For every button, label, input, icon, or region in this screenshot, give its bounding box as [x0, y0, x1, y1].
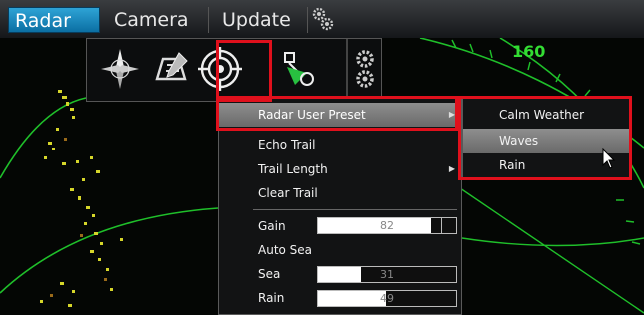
menu-item-clear-trail[interactable]: Clear Trail: [219, 181, 461, 205]
menu-item-radar-user-preset[interactable]: Radar User Preset ▶: [219, 103, 461, 127]
range-label: 160: [512, 42, 546, 61]
gain-value: 82: [380, 219, 394, 232]
gain-slider-endcap: [441, 218, 456, 233]
gain-label: Gain: [258, 219, 286, 233]
menu-divider: [253, 209, 457, 210]
sea-value: 31: [380, 268, 394, 281]
tab-update[interactable]: Update: [216, 7, 308, 33]
icon-toolbar: [86, 38, 382, 102]
waypoint-icon[interactable]: [277, 45, 323, 93]
menu-item-echo-trail[interactable]: Echo Trail: [219, 133, 461, 157]
radar-options-menu: Radar User Preset ▶ Echo Trail Trail Len…: [218, 98, 462, 315]
menu-item-label: Trail Length: [258, 162, 328, 176]
radar-target-icon[interactable]: [195, 43, 245, 95]
chart-tools-icon[interactable]: [149, 45, 195, 93]
gain-slider[interactable]: 82: [317, 217, 457, 234]
menu-item-trail-length[interactable]: Trail Length ▶: [219, 157, 461, 181]
menu-item-auto-sea[interactable]: Auto Sea: [219, 238, 461, 262]
menu-item-label: Radar User Preset: [258, 108, 366, 122]
rain-slider[interactable]: 49: [317, 290, 457, 307]
submenu-arrow-icon: ▶: [448, 110, 455, 119]
gears-icon[interactable]: [312, 6, 334, 32]
compass-icon[interactable]: [97, 45, 143, 93]
settings-gears-icon[interactable]: [351, 45, 379, 93]
tab-camera[interactable]: Camera: [108, 7, 209, 33]
rain-label: Rain: [258, 291, 285, 305]
mouse-cursor-icon: [602, 148, 616, 169]
submenu-arrow-icon: ▶: [448, 164, 455, 173]
rain-value: 49: [380, 292, 394, 305]
tab-radar[interactable]: Radar: [8, 7, 100, 33]
toolbar-divider: [346, 39, 348, 101]
sea-slider[interactable]: 31: [317, 266, 457, 283]
sea-label: Sea: [258, 267, 281, 281]
submenu-item-calm-weather[interactable]: Calm Weather: [463, 103, 629, 127]
top-tab-bar: Radar Camera Update: [0, 0, 644, 39]
